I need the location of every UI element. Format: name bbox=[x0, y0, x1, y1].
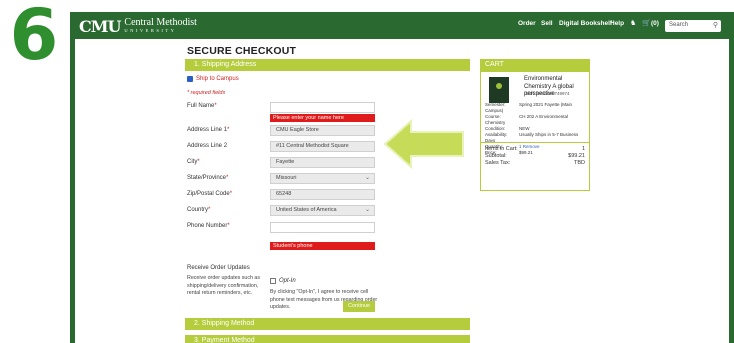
search-placeholder: Search bbox=[669, 22, 689, 28]
full-name-label: Full Name* bbox=[187, 103, 217, 109]
updates-description: Receive order updates such as shipping/d… bbox=[187, 275, 261, 296]
phone-label: Phone Number* bbox=[187, 223, 230, 229]
nav-digital-bookshelf[interactable]: Digital Bookshelf bbox=[559, 20, 612, 27]
nav-help[interactable]: Help bbox=[610, 20, 624, 27]
nav-sell[interactable]: Sell bbox=[541, 20, 553, 27]
book-isbn: ISBN: 9780198749974 bbox=[524, 91, 570, 96]
address2-label: Address Line 2 bbox=[187, 143, 228, 149]
continue-button[interactable]: Continue bbox=[343, 301, 375, 312]
phone-input[interactable] bbox=[270, 222, 375, 233]
city-label: City* bbox=[187, 159, 200, 165]
search-icon[interactable]: ⚲ bbox=[713, 21, 718, 29]
full-name-input[interactable] bbox=[270, 102, 375, 113]
chevron-down-icon: ⌄ bbox=[364, 175, 370, 181]
address1-input[interactable]: CMU Eagle Store bbox=[270, 125, 375, 136]
user-icon[interactable]: ♞ bbox=[630, 19, 636, 27]
section-shipping-method[interactable]: 2. Shipping Method bbox=[185, 318, 470, 330]
cart-count[interactable]: (0) bbox=[651, 20, 659, 27]
checkbox-icon[interactable] bbox=[270, 278, 276, 284]
cart-panel: Environmental Chemistry A global perspec… bbox=[480, 71, 590, 191]
divider bbox=[481, 142, 589, 143]
browser-frame: CMU Central Methodist UNIVERSITY Order S… bbox=[70, 12, 734, 343]
country-select[interactable]: United States of America ⌄ bbox=[270, 205, 375, 216]
nav-order[interactable]: Order bbox=[518, 20, 536, 27]
address2-input[interactable]: #11 Central Methodist Square bbox=[270, 141, 375, 152]
checkbox-checked-icon[interactable] bbox=[187, 76, 193, 82]
updates-label: Receive Order Updates bbox=[187, 265, 250, 271]
callout-arrow-icon bbox=[383, 119, 464, 169]
full-name-error: Please enter your name here bbox=[270, 114, 375, 122]
checkout-content: SECURE CHECKOUT 1. Shipping Address Ship… bbox=[75, 39, 729, 343]
phone-error: Student's phone bbox=[270, 242, 375, 250]
country-label: Country* bbox=[187, 207, 211, 213]
book-cover bbox=[489, 77, 509, 103]
opt-in-checkbox[interactable]: Opt-In bbox=[270, 278, 296, 284]
site-header: CMU Central Methodist UNIVERSITY Order S… bbox=[70, 12, 734, 39]
opt-in-label: Opt-In bbox=[279, 278, 296, 284]
city-input[interactable]: Fayette bbox=[270, 157, 375, 168]
logo-mark: CMU bbox=[79, 16, 121, 36]
ship-to-campus-label: Ship to Campus bbox=[196, 76, 239, 82]
cart-header: CART bbox=[480, 59, 590, 71]
required-note: * required fields bbox=[187, 90, 226, 96]
zip-input[interactable]: 65248 bbox=[270, 189, 375, 200]
state-select[interactable]: Missouri ⌄ bbox=[270, 173, 375, 184]
search-input[interactable]: Search ⚲ bbox=[665, 20, 721, 32]
logo-line2: UNIVERSITY bbox=[124, 28, 177, 34]
zip-label: Zip/Postal Code* bbox=[187, 191, 233, 197]
step-number: 6 bbox=[9, 0, 59, 76]
chevron-down-icon: ⌄ bbox=[364, 207, 370, 213]
ship-to-campus-checkbox[interactable]: Ship to Campus bbox=[187, 76, 239, 82]
section-payment-method[interactable]: 3. Payment Method bbox=[185, 335, 470, 343]
logo-line1: Central Methodist bbox=[124, 17, 197, 29]
site-logo[interactable]: CMU Central Methodist UNIVERSITY bbox=[79, 16, 197, 36]
section-shipping-address[interactable]: 1. Shipping Address bbox=[185, 59, 470, 71]
state-label: State/Province* bbox=[187, 175, 229, 181]
cart-totals: Items in Cart: 1 Subtotal: $99.21 Sales Ta… bbox=[485, 146, 585, 166]
cart-icon[interactable]: 🛒 bbox=[642, 19, 651, 27]
address1-label: Address Line 1* bbox=[187, 127, 230, 133]
page-title: SECURE CHECKOUT bbox=[187, 45, 297, 57]
